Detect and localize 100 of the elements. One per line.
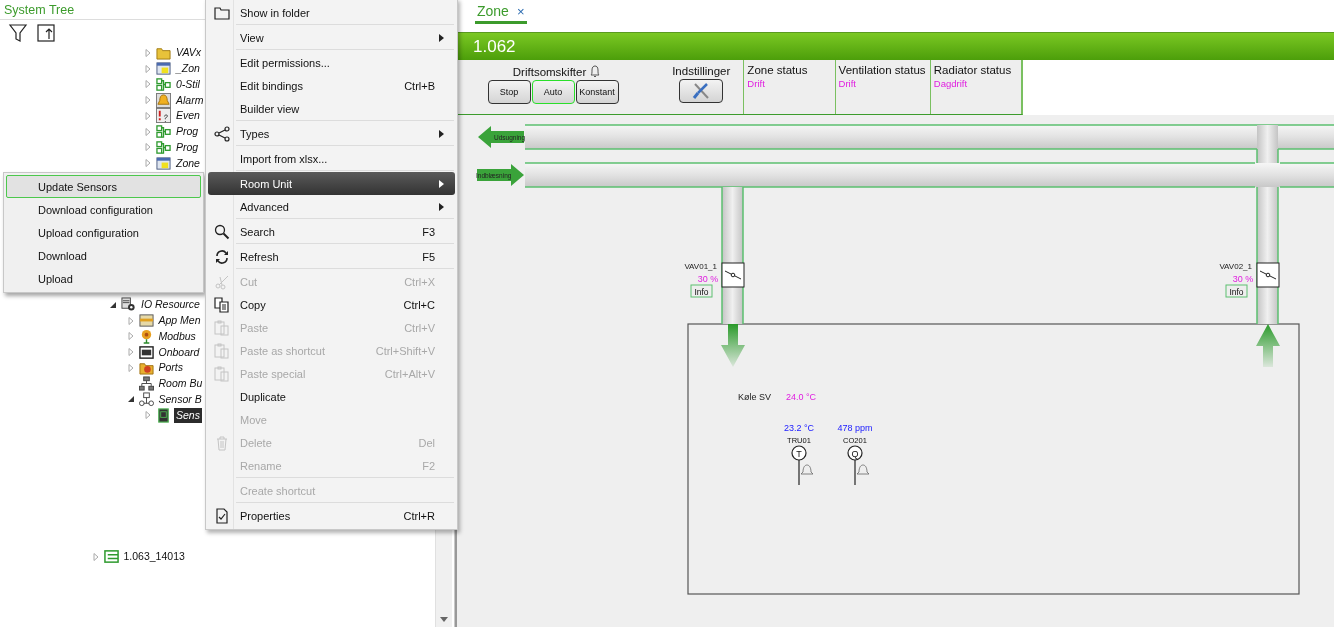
blocks-icon bbox=[156, 139, 171, 155]
control-title: Indstillinger bbox=[672, 65, 731, 77]
zone-title: 1.062 bbox=[473, 36, 516, 57]
expand-icon[interactable] bbox=[125, 347, 136, 358]
menu-item[interactable]: Room Unit bbox=[208, 172, 455, 195]
tree-item[interactable]: Zone bbox=[174, 155, 202, 171]
folder-icon bbox=[156, 45, 171, 61]
mode-button[interactable]: Konstant bbox=[575, 80, 619, 104]
filter-icon[interactable] bbox=[8, 23, 28, 43]
status-value: Drift bbox=[838, 78, 857, 89]
sensor-value: 23.2 °C bbox=[783, 423, 815, 433]
status-title: Ventilation status bbox=[838, 64, 927, 76]
gear-icon bbox=[121, 297, 136, 313]
tree-item[interactable]: Onboard bbox=[156, 344, 202, 360]
blocks-icon bbox=[156, 124, 171, 140]
menu-item[interactable]: Upload configuration bbox=[6, 221, 201, 244]
expand-icon[interactable] bbox=[143, 158, 153, 169]
menu-item[interactable]: Edit bindings Ctrl+B bbox=[208, 74, 455, 97]
menu-item[interactable]: Builder view bbox=[208, 97, 455, 120]
tree-item[interactable]: Ports bbox=[156, 360, 185, 376]
mode-button[interactable]: Stop bbox=[487, 80, 531, 104]
bell-icon bbox=[589, 65, 602, 78]
info-button[interactable]: Info bbox=[690, 284, 713, 298]
expand-icon[interactable] bbox=[125, 362, 136, 373]
folder-icon bbox=[138, 360, 154, 376]
menu-item[interactable]: Duplicate bbox=[208, 385, 455, 408]
damper-icon[interactable] bbox=[721, 262, 745, 288]
status-value: Drift bbox=[747, 78, 766, 89]
menu-item[interactable]: View bbox=[208, 26, 455, 49]
submenu-arrow-icon bbox=[439, 179, 445, 188]
tree-item[interactable]: Even bbox=[174, 108, 202, 124]
damper-name: VAV02_1 bbox=[1219, 262, 1252, 271]
damper-name: VAV01_1 bbox=[684, 262, 717, 271]
menu-item[interactable]: Download configuration bbox=[6, 198, 201, 221]
damper-reading: 30 % bbox=[697, 274, 719, 284]
damper-icon[interactable] bbox=[1256, 262, 1280, 288]
setpoint-label: Køle SV bbox=[738, 392, 771, 402]
bus-icon bbox=[138, 391, 154, 407]
menu-item[interactable]: Upload bbox=[6, 267, 201, 290]
menu-item[interactable]: Import from xlsx... bbox=[208, 147, 455, 170]
expand-icon[interactable] bbox=[90, 551, 101, 562]
tree-item[interactable]: App Men bbox=[156, 313, 203, 329]
search-icon bbox=[214, 223, 230, 240]
tools-icon bbox=[691, 81, 712, 101]
tree-item[interactable]: 0-Stil bbox=[174, 76, 202, 92]
status-value: Dagdrift bbox=[933, 78, 969, 89]
io-board-icon bbox=[138, 344, 154, 360]
paste-icon bbox=[214, 319, 230, 336]
tree-item[interactable]: Room Bu bbox=[156, 376, 205, 392]
info-button[interactable]: Info bbox=[1225, 284, 1248, 298]
tree-item[interactable]: Modbus bbox=[156, 328, 198, 344]
tree-item[interactable]: Alarm bbox=[174, 92, 206, 108]
share-icon bbox=[214, 125, 230, 142]
status-title: Radiator status bbox=[933, 64, 1013, 76]
expand-icon[interactable] bbox=[143, 79, 153, 90]
expand-icon[interactable] bbox=[143, 126, 153, 137]
expand-icon[interactable] bbox=[143, 110, 153, 121]
tree-item[interactable]: Sensor B bbox=[156, 391, 204, 407]
expand-icon[interactable] bbox=[143, 47, 153, 58]
menu-item[interactable]: Refresh F5 bbox=[208, 245, 455, 268]
bell-icon bbox=[856, 464, 870, 475]
expand-icon[interactable] bbox=[125, 331, 136, 342]
tab[interactable]: Zone × bbox=[475, 0, 527, 24]
submenu-arrow-icon bbox=[439, 129, 445, 138]
paste-icon bbox=[214, 342, 230, 359]
menu-item[interactable]: Update Sensors bbox=[6, 175, 201, 198]
tree-item[interactable]: 1.063_14013 bbox=[121, 549, 187, 565]
document-icon bbox=[214, 507, 230, 524]
card-icon bbox=[138, 313, 154, 329]
tree-item[interactable]: _Zon bbox=[174, 61, 202, 77]
expand-icon[interactable] bbox=[143, 63, 153, 74]
device-icon bbox=[103, 549, 119, 565]
expand-icon[interactable] bbox=[143, 142, 153, 153]
window-icon bbox=[156, 155, 171, 171]
collapse-all-icon[interactable] bbox=[36, 23, 56, 43]
menu-item[interactable]: Properties Ctrl+R bbox=[208, 504, 455, 527]
tree-item[interactable]: VAVx bbox=[174, 45, 204, 61]
expand-icon[interactable] bbox=[143, 95, 153, 106]
menu-item[interactable]: Advanced bbox=[208, 195, 455, 218]
damper-reading: 30 % bbox=[1232, 274, 1254, 284]
menu-item[interactable]: Copy Ctrl+C bbox=[208, 293, 455, 316]
network-icon bbox=[138, 376, 154, 392]
paste-icon bbox=[214, 365, 230, 382]
refresh-icon bbox=[214, 248, 230, 265]
expand-icon[interactable] bbox=[125, 315, 136, 326]
menu-item[interactable]: Search F3 bbox=[208, 220, 455, 243]
menu-item[interactable]: Download bbox=[6, 244, 201, 267]
tree-item[interactable]: IO Resource bbox=[139, 297, 202, 313]
menu-item[interactable]: Edit permissions... bbox=[208, 51, 455, 74]
close-icon[interactable]: × bbox=[516, 3, 525, 19]
tree-item[interactable]: Prog bbox=[174, 124, 201, 140]
status-title: Zone status bbox=[747, 64, 809, 76]
tree-item[interactable]: Prog bbox=[174, 139, 201, 155]
bell-icon bbox=[156, 92, 171, 108]
expand-icon[interactable] bbox=[143, 410, 153, 421]
mode-button[interactable]: Auto bbox=[531, 80, 575, 104]
settings-button[interactable] bbox=[679, 79, 724, 103]
menu-item[interactable]: Types bbox=[208, 122, 455, 145]
tree-item[interactable]: Sens bbox=[174, 407, 202, 423]
arrow-up-icon bbox=[1256, 324, 1280, 367]
